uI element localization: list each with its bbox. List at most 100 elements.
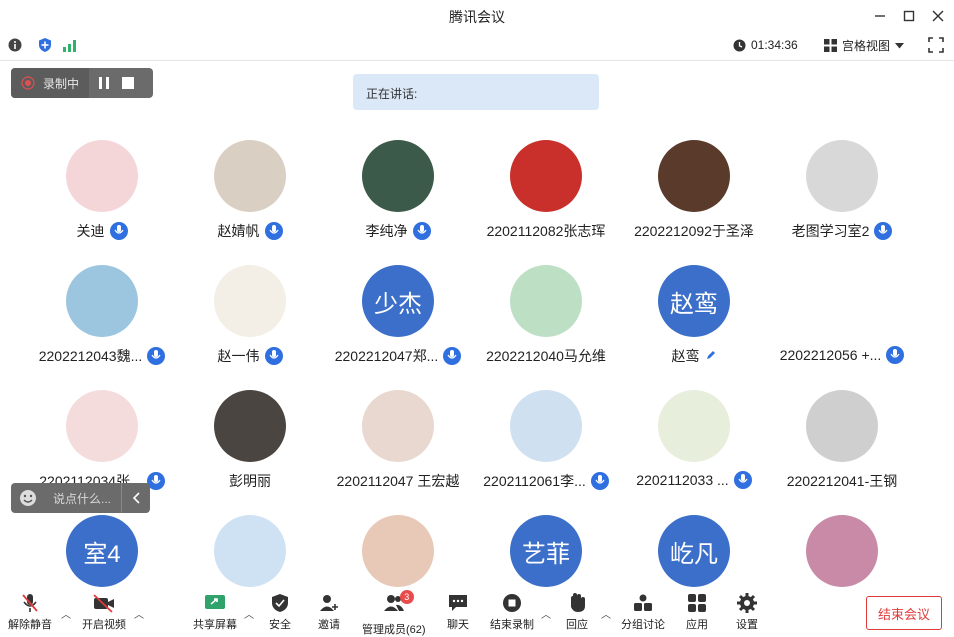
breakout-rooms-button[interactable]: 分组讨论: [621, 592, 665, 632]
participant-tile[interactable]: 2202112047 王宏越: [324, 390, 472, 510]
participant-avatar: [214, 265, 286, 337]
share-options-caret[interactable]: ︿: [244, 606, 254, 621]
participant-avatar: [362, 140, 434, 212]
participant-name: 2202112082张志珲: [486, 223, 606, 239]
microphone-icon: [109, 222, 128, 240]
grid-view-icon: [824, 39, 837, 52]
participant-name: 2202212092于圣泽: [634, 223, 754, 239]
members-badge: 3: [399, 590, 414, 604]
info-icon[interactable]: [8, 38, 22, 57]
minimize-button[interactable]: [870, 6, 890, 26]
manage-members-label: 管理成员(62): [362, 624, 426, 636]
participant-avatar: [66, 140, 138, 212]
participant-tile[interactable]: 彭明丽: [176, 390, 324, 510]
fullscreen-button[interactable]: [928, 37, 944, 58]
participant-name: 2202212047郑...: [334, 348, 439, 364]
participant-tile[interactable]: 少杰 2202212047郑...: [324, 265, 472, 385]
microphone-icon: [412, 222, 431, 240]
participant-name: 赵鸾: [671, 348, 700, 364]
gear-icon: [737, 593, 757, 613]
view-mode-dropdown[interactable]: 宫格视图: [824, 37, 905, 54]
pause-icon: [99, 77, 110, 89]
participant-tile[interactable]: 2202212040马允维: [472, 265, 620, 385]
participant-avatar: [362, 515, 434, 587]
microphone-icon: [590, 472, 609, 490]
chat-quick-input[interactable]: 说点什么...: [11, 483, 150, 513]
avatar-initials: 屹凡: [670, 540, 718, 568]
chat-button[interactable]: 聊天: [447, 592, 469, 632]
share-screen-icon: [205, 595, 225, 609]
video-options-caret[interactable]: ︿: [134, 606, 144, 621]
meeting-timer: 01:34:36: [733, 38, 798, 52]
participant-name-row: 2202112082张志珲: [472, 221, 620, 241]
signal-icon[interactable]: [63, 39, 77, 57]
invite-button[interactable]: 邀请: [318, 592, 340, 632]
participant-avatar: [66, 390, 138, 462]
participant-tile[interactable]: 李纯净: [324, 140, 472, 260]
pencil-icon: [705, 348, 717, 364]
bottom-toolbar: 解除静音 ︿ 开启视频 ︿ 共享屏幕 ︿ 安全 邀请 3 管理成员(62) 聊天…: [0, 588, 954, 636]
security-button[interactable]: 安全: [269, 592, 291, 632]
participant-tile[interactable]: 关迪: [28, 140, 176, 260]
maximize-icon: [903, 10, 915, 22]
hand-icon: [571, 593, 585, 612]
participant-name-row: 2202212041-王钢: [768, 471, 916, 491]
participant-tile[interactable]: 2202212043魏...: [28, 265, 176, 385]
microphone-muted-icon: [22, 594, 38, 612]
audio-options-caret[interactable]: ︿: [61, 606, 71, 621]
end-recording-button[interactable]: 结束录制: [490, 592, 534, 632]
participant-tile[interactable]: 老图学习室2: [768, 140, 916, 260]
participant-name: 2202212041-王钢: [786, 473, 898, 489]
share-screen-button[interactable]: 共享屏幕: [193, 592, 237, 632]
participant-avatar: [806, 265, 878, 337]
collapse-chat-button[interactable]: [121, 483, 150, 513]
clock-icon: [733, 39, 746, 51]
participant-tile[interactable]: 2202112082张志珲: [472, 140, 620, 260]
start-video-button[interactable]: 开启视频: [82, 592, 126, 632]
participant-name: 2202112047 王宏越: [336, 473, 460, 489]
participant-avatar: [510, 390, 582, 462]
settings-button[interactable]: 设置: [736, 592, 758, 632]
participant-avatar: [510, 140, 582, 212]
minimize-icon: [875, 15, 885, 17]
chat-placeholder[interactable]: 说点什么...: [53, 490, 111, 507]
maximize-button[interactable]: [899, 6, 919, 26]
participant-name-row: 2202212056 +...: [768, 346, 916, 364]
participant-name-row: 2202212092于圣泽: [620, 221, 768, 241]
participant-tile[interactable]: 2202212092于圣泽: [620, 140, 768, 260]
participant-tile[interactable]: 赵鸾 赵鸾: [620, 265, 768, 385]
participant-name: 2202112061李...: [483, 473, 586, 489]
participant-name-row: 李纯净: [324, 221, 472, 241]
close-icon: [932, 10, 944, 22]
end-meeting-button[interactable]: 结束会议: [866, 596, 942, 630]
participant-tile[interactable]: 赵婧帆: [176, 140, 324, 260]
manage-members-button[interactable]: 3 管理成员(62): [362, 590, 426, 637]
record-options-caret[interactable]: ︿: [541, 606, 551, 621]
participant-name: 李纯净: [365, 223, 408, 239]
stop-record-icon: [503, 594, 521, 612]
apps-button[interactable]: 应用: [686, 592, 708, 632]
recording-status: 录制中: [11, 68, 90, 98]
participant-tile[interactable]: 2202112033 ...: [620, 390, 768, 510]
shield-icon[interactable]: [38, 37, 52, 58]
participant-avatar: [658, 140, 730, 212]
shield-check-icon: [272, 594, 288, 612]
reactions-button[interactable]: 回应: [566, 592, 588, 632]
participant-name-row: 赵婧帆: [176, 221, 324, 241]
meeting-info-bar: 01:34:36 宫格视图: [0, 32, 954, 61]
pause-recording-button[interactable]: [92, 68, 116, 98]
participant-name: 赵婧帆: [217, 223, 260, 239]
participant-name-row: 彭明丽: [176, 471, 324, 491]
participant-tile[interactable]: 赵一伟: [176, 265, 324, 385]
participant-tile[interactable]: 2202212041-王钢: [768, 390, 916, 510]
participant-tile[interactable]: 2202212056 +...: [768, 265, 916, 385]
chat-bubble-icon: [449, 595, 467, 611]
unmute-button[interactable]: 解除静音: [8, 592, 52, 632]
participant-avatar: 屹凡: [658, 515, 730, 587]
close-button[interactable]: [928, 6, 948, 26]
participant-name: 赵一伟: [217, 348, 260, 364]
reactions-options-caret[interactable]: ︿: [601, 606, 611, 621]
stop-recording-button[interactable]: [116, 68, 140, 98]
participant-tile[interactable]: 2202112061李...: [472, 390, 620, 510]
participant-name: 关迪: [76, 223, 105, 239]
